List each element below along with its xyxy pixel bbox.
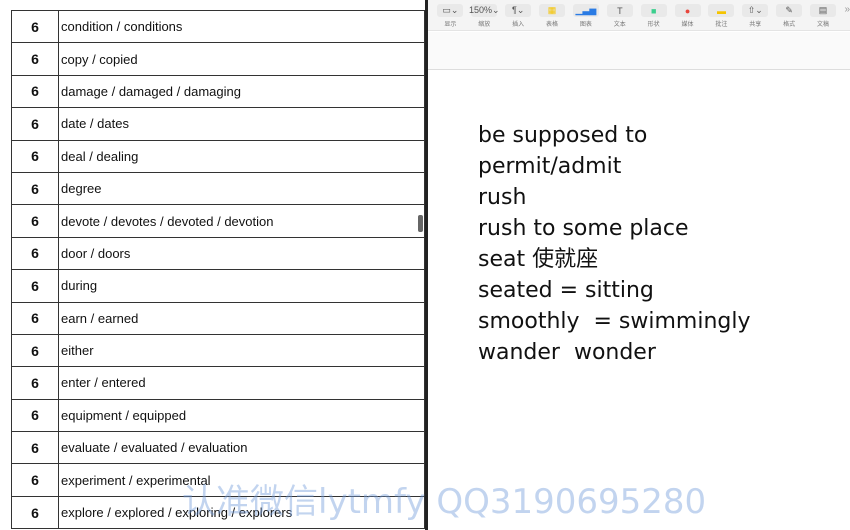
document-body[interactable]: be supposed to permit/admit rush rush to so…	[478, 120, 751, 368]
format-icon: ✎	[776, 4, 803, 17]
toolbar-button-chart[interactable]: ▁▃▅ 图表	[570, 4, 603, 28]
toolbar-label: 批注	[715, 22, 728, 28]
table-icon: ▦	[539, 4, 566, 17]
layout-icon: ▭⌄	[437, 4, 464, 17]
level-cell: 6	[11, 366, 59, 400]
table-row: 6 devote / devotes / devoted / devotion	[11, 204, 425, 238]
level-cell: 6	[11, 301, 59, 335]
word-cell: enter / entered	[58, 366, 425, 400]
word-cell: copy / copied	[58, 42, 425, 76]
level-cell: 6	[11, 495, 59, 530]
note-line: wander wonder	[478, 340, 656, 365]
table-row: 6 earn / earned	[11, 301, 425, 335]
level-cell: 6	[11, 42, 59, 76]
table-row: 6 either	[11, 333, 425, 368]
note-line: rush to some place	[478, 216, 689, 241]
level-cell: 6	[11, 74, 59, 109]
toolbar-label: 共享	[749, 22, 762, 28]
toolbar-button-shape[interactable]: ■ 形状	[637, 4, 670, 28]
share-icon: ⇧⌄	[742, 4, 769, 17]
table-row: 6 evaluate / evaluated / evaluation	[11, 431, 425, 465]
paragraph-icon: ¶⌄	[505, 4, 532, 17]
note-line: permit/admit	[478, 154, 622, 179]
toolbar-button-share[interactable]: ⇧⌄ 共享	[739, 4, 772, 28]
table-row: 6 enter / entered	[11, 366, 425, 400]
word-cell: date / dates	[58, 107, 425, 141]
toolbar-label: 格式	[783, 22, 796, 28]
toolbar: ▭⌄ 显示 150%⌄ 缩放 ¶⌄ 插入 ▦ 表格 ▁▃▅ 图表 T 文本 ■ 形状 ● 媒体 ▬ 批注 ⇧⌄ 共享 ✎…	[428, 0, 850, 31]
toolbar-button-layout[interactable]: ▭⌄ 显示	[434, 4, 467, 28]
level-cell: 6	[11, 107, 59, 141]
word-cell: degree	[58, 171, 425, 206]
level-cell: 6	[11, 204, 59, 238]
toolbar-label: 插入	[512, 22, 525, 28]
level-cell: 6	[11, 139, 59, 173]
word-cell: condition / conditions	[58, 9, 425, 44]
shape-icon: ■	[640, 4, 667, 17]
table-row: 6 date / dates	[11, 107, 425, 141]
toolbar-label: 显示	[444, 22, 457, 28]
toolbar-button-document[interactable]: ▤ 文稿	[807, 4, 840, 28]
word-table: 6 condition / conditions 6 copy / copied 6 da…	[11, 9, 425, 530]
note-line: rush	[478, 185, 527, 210]
table-row: 6 copy / copied	[11, 42, 425, 76]
level-cell: 6	[11, 236, 59, 271]
zoom-icon: 150%⌄	[469, 4, 500, 17]
media-icon: ●	[674, 4, 701, 17]
word-cell: during	[58, 269, 425, 303]
word-cell: door / doors	[58, 236, 425, 271]
document-icon: ▤	[810, 4, 837, 17]
scrollbar-thumb[interactable]	[418, 215, 423, 232]
level-cell: 6	[11, 463, 59, 497]
word-cell: earn / earned	[58, 301, 425, 335]
toolbar-button-comment[interactable]: ▬ 批注	[705, 4, 738, 28]
toolbar-label: 文稿	[817, 22, 830, 28]
level-cell: 6	[11, 9, 59, 44]
note-line: smoothly = swimmingly	[478, 309, 751, 334]
word-cell: damage / damaged / damaging	[58, 74, 425, 109]
table-row: 6 during	[11, 269, 425, 303]
table-row: 6 equipment / equipped	[11, 398, 425, 433]
toolbar-button-text[interactable]: T 文本	[603, 4, 636, 28]
comment-icon: ▬	[708, 4, 735, 17]
word-cell: devote / devotes / devoted / devotion	[58, 204, 425, 238]
toolbar-button-media[interactable]: ● 媒体	[671, 4, 704, 28]
table-row: 6 damage / damaged / damaging	[11, 74, 425, 109]
toolbar-button-format[interactable]: ✎ 格式	[773, 4, 806, 28]
word-table-pane: 6 condition / conditions 6 copy / copied 6 da…	[0, 0, 426, 530]
toolbar-label: 形状	[647, 22, 660, 28]
word-cell: either	[58, 333, 425, 368]
toolbar-button-paragraph[interactable]: ¶⌄ 插入	[502, 4, 535, 28]
chart-icon: ▁▃▅	[572, 4, 599, 17]
table-row: 6 condition / conditions	[11, 9, 425, 44]
level-cell: 6	[11, 269, 59, 303]
toolbar-label: 缩放	[478, 22, 491, 28]
level-cell: 6	[11, 333, 59, 368]
text-icon: T	[606, 4, 633, 17]
word-cell: deal / dealing	[58, 139, 425, 173]
note-line: be supposed to	[478, 123, 648, 148]
more-icon[interactable]: »	[845, 4, 850, 15]
table-row: 6 degree	[11, 171, 425, 206]
word-cell: equipment / equipped	[58, 398, 425, 433]
level-cell: 6	[11, 398, 59, 433]
word-cell: evaluate / evaluated / evaluation	[58, 431, 425, 465]
level-cell: 6	[11, 171, 59, 206]
toolbar-label: 图表	[579, 22, 592, 28]
toolbar-button-table[interactable]: ▦ 表格	[536, 4, 569, 28]
toolbar-label: 文本	[613, 22, 626, 28]
table-row: 6 door / doors	[11, 236, 425, 271]
pages-document-window: ▭⌄ 显示 150%⌄ 缩放 ¶⌄ 插入 ▦ 表格 ▁▃▅ 图表 T 文本 ■ 形状 ● 媒体 ▬ 批注 ⇧⌄ 共享 ✎…	[428, 0, 850, 530]
level-cell: 6	[11, 431, 59, 465]
toolbar-button-zoom[interactable]: 150%⌄ 缩放	[468, 4, 501, 28]
watermark: 认准微信lytmfy QQ3190695280	[182, 482, 707, 522]
table-row: 6 deal / dealing	[11, 139, 425, 173]
note-line: seat 使就座	[478, 247, 599, 272]
note-line: seated = sitting	[478, 278, 654, 303]
toolbar-label: 媒体	[681, 22, 694, 28]
format-bar	[428, 32, 850, 70]
toolbar-label: 表格	[546, 22, 559, 28]
